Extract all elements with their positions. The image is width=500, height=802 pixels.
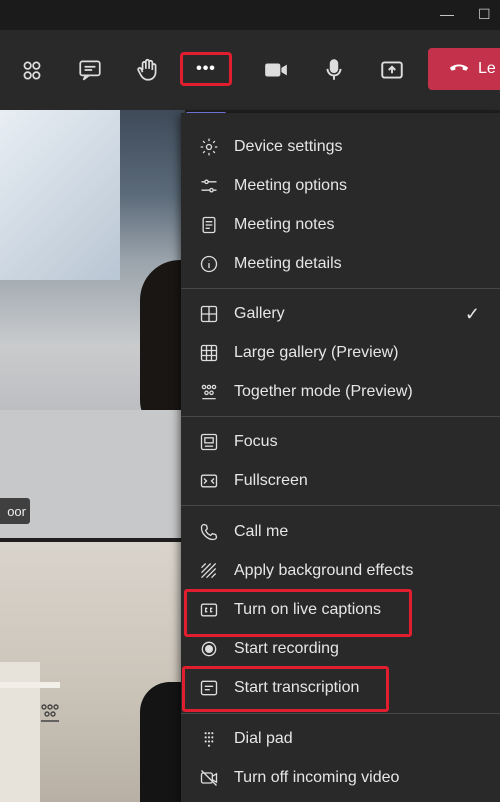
- transcription-highlight: [182, 666, 389, 712]
- dialpad-icon: [198, 728, 220, 750]
- fullscreen-icon: [198, 470, 220, 492]
- menu-item-background-effects[interactable]: Apply background effects: [181, 552, 500, 590]
- menu-item-label: Start recording: [234, 640, 339, 657]
- live-captions-highlight: [184, 589, 412, 637]
- info-icon: [198, 253, 220, 275]
- participant-video-main: [0, 110, 185, 538]
- menu-item-label: Gallery: [234, 305, 285, 322]
- together-mode-overlay-icon: [38, 700, 64, 726]
- menu-divider: [181, 416, 500, 417]
- raise-hand-icon[interactable]: [130, 52, 166, 88]
- menu-item-label: Fullscreen: [234, 472, 308, 489]
- background-effects-icon: [198, 560, 220, 582]
- menu-item-label: Meeting notes: [234, 216, 335, 233]
- gear-icon: [198, 136, 220, 158]
- menu-item-label: Device settings: [234, 138, 343, 155]
- menu-item-label: Focus: [234, 433, 278, 450]
- menu-item-focus[interactable]: Focus: [181, 423, 500, 461]
- participant-silhouette: [140, 682, 185, 802]
- together-mode-icon: [198, 381, 220, 403]
- record-icon: [198, 638, 220, 660]
- participant-video-secondary: [0, 542, 185, 802]
- leave-button[interactable]: Le: [428, 48, 500, 90]
- maximize-button[interactable]: ☐: [478, 6, 491, 23]
- notes-icon: [198, 214, 220, 236]
- more-options-icon: •••: [196, 60, 216, 77]
- menu-item-large-gallery[interactable]: Large gallery (Preview): [181, 334, 500, 372]
- menu-divider: [181, 288, 500, 289]
- people-icon[interactable]: [14, 52, 50, 88]
- menu-item-label: Turn off incoming video: [234, 769, 400, 786]
- share-screen-icon[interactable]: [374, 52, 410, 88]
- menu-divider: [181, 505, 500, 506]
- menu-item-call-me[interactable]: Call me: [181, 513, 500, 551]
- menu-item-meeting-options[interactable]: Meeting options: [181, 167, 500, 205]
- menu-item-label: Apply background effects: [234, 562, 414, 579]
- phone-hangup-icon: [448, 56, 470, 83]
- large-gallery-icon: [198, 342, 220, 364]
- leave-label: Le: [478, 60, 496, 77]
- menu-item-label: Large gallery (Preview): [234, 344, 399, 361]
- menu-item-label: Meeting options: [234, 177, 347, 194]
- meeting-toolbar: ••• Le: [0, 30, 500, 115]
- background-window: [0, 110, 120, 280]
- more-options-button[interactable]: •••: [180, 52, 232, 86]
- focus-icon: [198, 431, 220, 453]
- menu-item-turn-off-incoming-video[interactable]: Turn off incoming video: [181, 759, 500, 797]
- menu-item-label: Dial pad: [234, 730, 293, 747]
- menu-item-together-mode[interactable]: Together mode (Preview): [181, 373, 500, 411]
- menu-item-gallery[interactable]: Gallery ✓: [181, 295, 500, 333]
- menu-item-device-settings[interactable]: Device settings: [181, 128, 500, 166]
- chat-icon[interactable]: [72, 52, 108, 88]
- video-off-icon: [198, 767, 220, 789]
- sliders-icon: [198, 175, 220, 197]
- phone-icon: [198, 521, 220, 543]
- participant-name-tag: oor: [0, 498, 30, 524]
- menu-item-meeting-notes[interactable]: Meeting notes: [181, 206, 500, 244]
- title-bar: — ☐: [0, 0, 500, 30]
- menu-item-dial-pad[interactable]: Dial pad: [181, 720, 500, 758]
- camera-icon[interactable]: [258, 52, 294, 88]
- menu-item-label: Together mode (Preview): [234, 383, 413, 400]
- menu-item-label: Call me: [234, 523, 289, 540]
- microphone-icon[interactable]: [316, 52, 352, 88]
- minimize-button[interactable]: —: [440, 6, 454, 22]
- menu-item-meeting-details[interactable]: Meeting details: [181, 245, 500, 283]
- checkmark-icon: ✓: [464, 303, 480, 324]
- menu-divider: [181, 713, 500, 714]
- menu-item-fullscreen[interactable]: Fullscreen: [181, 462, 500, 500]
- menu-item-label: Meeting details: [234, 255, 342, 272]
- background-table: [0, 682, 60, 688]
- gallery-icon: [198, 303, 220, 325]
